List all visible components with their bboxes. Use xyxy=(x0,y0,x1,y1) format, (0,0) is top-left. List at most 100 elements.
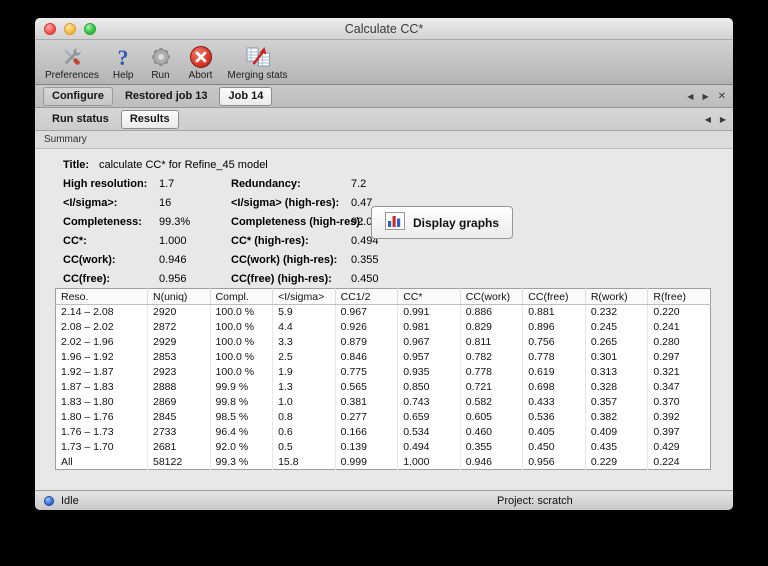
titlebar: Calculate CC* xyxy=(35,18,733,40)
table-row[interactable]: 1.73 – 1.70 2681 92.0 % 0.5 0.139 0.494 0.355 0… xyxy=(55,439,711,455)
table-cell: 2.5 xyxy=(272,349,336,365)
subtab-scroll-right-icon[interactable]: ▶ xyxy=(720,115,726,124)
table-cell: 0.433 xyxy=(522,394,586,410)
summary-label: CC(work) (high-res): xyxy=(231,253,338,266)
table-cell: 0.265 xyxy=(585,334,649,350)
table-cell: 0.232 xyxy=(585,304,649,320)
table-cell: 100.0 % xyxy=(210,304,274,320)
table-cell: 0.946 xyxy=(460,454,524,470)
project-label: Project: scratch xyxy=(497,494,573,507)
status-led-icon xyxy=(44,495,54,506)
table-cell: 2853 xyxy=(147,349,211,365)
tab-close-icon[interactable]: ✕ xyxy=(718,91,726,102)
table-cell: 0.619 xyxy=(522,364,586,380)
table-cell: 0.829 xyxy=(460,319,524,335)
tab-results[interactable]: Results xyxy=(120,109,179,129)
zoom-window-button[interactable] xyxy=(84,23,96,35)
status-bar: Idle Project: scratch xyxy=(35,490,733,510)
table-cell: 100.0 % xyxy=(210,334,274,350)
toolbar: Preferences ? Help Run Abort Merging sta… xyxy=(35,40,733,85)
table-cell: 0.450 xyxy=(522,439,586,455)
table-cell: 98.5 % xyxy=(210,409,274,425)
table-cell: 0.313 xyxy=(585,364,649,380)
table-header-row: Reso. N(uniq) Compl. <I/sigma> CC1/2 CC* CC(wo… xyxy=(55,288,711,305)
table-cell: 0.967 xyxy=(335,304,399,320)
tab-scroll-left-icon[interactable]: ◀ xyxy=(687,92,693,101)
table-cell: 96.4 % xyxy=(210,424,274,440)
column-header[interactable]: CC* xyxy=(397,288,461,305)
toolbar-item-label: Run xyxy=(151,70,170,81)
table-cell: 0.879 xyxy=(335,334,399,350)
table-cell: 0.782 xyxy=(460,349,524,365)
column-header[interactable]: R(free) xyxy=(647,288,711,305)
toolbar-preferences-button[interactable]: Preferences xyxy=(45,43,99,81)
table-cell: 0.536 xyxy=(522,409,586,425)
summary-label: Title: xyxy=(63,158,90,171)
minimize-window-button[interactable] xyxy=(64,23,76,35)
summary-label: Completeness: xyxy=(63,215,142,228)
table-cell: 0.881 xyxy=(522,304,586,320)
column-header[interactable]: R(work) xyxy=(585,288,649,305)
tab-configure[interactable]: Configure xyxy=(43,86,113,106)
table-row[interactable]: 1.96 – 1.92 2853 100.0 % 2.5 0.846 0.957 0.782… xyxy=(55,349,711,365)
tab-job-14[interactable]: Job 14 xyxy=(219,86,273,106)
table-cell: 0.743 xyxy=(397,394,461,410)
subtab-scroll-left-icon[interactable]: ◀ xyxy=(705,115,711,124)
column-header[interactable]: CC(free) xyxy=(522,288,586,305)
display-graphs-button[interactable]: Display graphs xyxy=(371,206,514,239)
table-row[interactable]: 1.92 – 1.87 2923 100.0 % 1.9 0.775 0.935 0.778… xyxy=(55,364,711,380)
toolbar-abort-button[interactable]: Abort xyxy=(188,43,214,81)
column-header[interactable]: <I/sigma> xyxy=(272,288,336,305)
tab-run-status[interactable]: Run status xyxy=(43,110,118,129)
toolbar-run-button[interactable]: Run xyxy=(148,43,174,81)
column-header[interactable]: CC1/2 xyxy=(335,288,399,305)
table-cell: 2923 xyxy=(147,364,211,380)
column-header[interactable]: N(uniq) xyxy=(147,288,211,305)
table-cell: 0.301 xyxy=(585,349,649,365)
column-header[interactable]: Compl. xyxy=(210,288,274,305)
svg-text:?: ? xyxy=(118,45,129,70)
results-panel: Title: calculate CC* for Refine_45 model… xyxy=(35,149,733,489)
table-cell: 0.981 xyxy=(397,319,461,335)
table-cell: 100.0 % xyxy=(210,319,274,335)
traffic-lights xyxy=(44,23,96,35)
table-row[interactable]: 1.87 – 1.83 2888 99.9 % 1.3 0.565 0.850 0.721 0… xyxy=(55,379,711,395)
table-cell: 0.321 xyxy=(653,366,680,378)
table-cell: 0.659 xyxy=(397,409,461,425)
table-cell: 0.8 xyxy=(272,409,336,425)
summary-row: High resolution: 1.7 Redundancy: 7.2 xyxy=(63,174,733,193)
table-cell: 0.280 xyxy=(653,336,680,348)
table-cell: 99.8 % xyxy=(210,394,274,410)
tab-scroll-right-icon[interactable]: ▶ xyxy=(702,92,708,101)
toolbar-help-button[interactable]: ? Help xyxy=(113,43,134,82)
table-cell: 0.605 xyxy=(460,409,524,425)
column-header[interactable]: CC(work) xyxy=(460,288,524,305)
summary-value: 0.450 xyxy=(351,272,379,285)
table-row[interactable]: 2.08 – 2.02 2872 100.0 % 4.4 0.926 0.981 0.829… xyxy=(55,319,711,335)
table-cell: 0.582 xyxy=(460,394,524,410)
table-cell: 0.220 xyxy=(653,306,680,319)
table-cell: 0.721 xyxy=(460,379,524,395)
table-cell: 0.166 xyxy=(335,424,399,440)
table-row[interactable]: 2.14 – 2.08 2920 100.0 % 5.9 0.967 0.991 0.886… xyxy=(55,304,711,320)
table-cell: 0.241 xyxy=(653,321,680,333)
close-window-button[interactable] xyxy=(44,23,56,35)
summary-label: High resolution: xyxy=(63,177,148,190)
table-row[interactable]: 1.83 – 1.80 2869 99.8 % 1.0 0.381 0.743 0.582 0… xyxy=(55,394,711,410)
table-row[interactable]: All 58122 99.3 % 15.8 0.999 1.000 0.946 0.956 0.… xyxy=(55,454,711,470)
summary-value: 0.956 xyxy=(159,272,187,285)
table-cell: 0.382 xyxy=(585,409,649,425)
toolbar-item-label: Preferences xyxy=(45,70,99,81)
table-row[interactable]: 1.80 – 1.76 2845 98.5 % 0.8 0.277 0.659 0.605 0… xyxy=(55,409,711,425)
table-cell: 0.967 xyxy=(397,334,461,350)
table-cell: 0.5 xyxy=(272,439,336,455)
results-table-wrap: Reso. N(uniq) Compl. <I/sigma> CC1/2 CC* CC(wo… xyxy=(55,288,733,470)
tab-restored-job-13[interactable]: Restored job 13 xyxy=(116,87,217,106)
summary-section-label: Summary xyxy=(35,131,733,149)
summary-title-row: Title: calculate CC* for Refine_45 model xyxy=(63,155,733,174)
table-row[interactable]: 1.76 – 1.73 2733 96.4 % 0.6 0.166 0.534 0.460 0… xyxy=(55,424,711,440)
table-row[interactable]: 2.02 – 1.96 2929 100.0 % 3.3 0.879 0.967 0.811… xyxy=(55,334,711,350)
toolbar-merging-stats-button[interactable]: Merging stats xyxy=(228,43,288,81)
table-cell: 0.926 xyxy=(335,319,399,335)
column-header[interactable]: Reso. xyxy=(55,288,148,305)
